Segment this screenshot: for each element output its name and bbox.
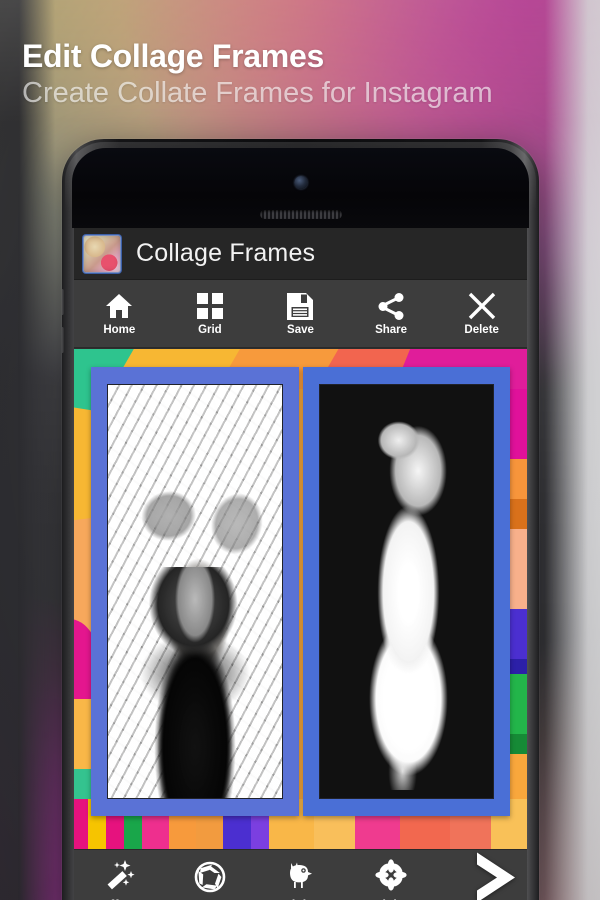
bottombar-button-change-color[interactable]: Change Color bbox=[165, 850, 256, 900]
promo-subheadline: Create Collate Frames for Instagram bbox=[22, 77, 493, 109]
bottom-toolbar: Effect Cha bbox=[74, 849, 527, 900]
app-collage-thumbnail-icon bbox=[84, 235, 120, 272]
toolbar-label-home: Home bbox=[103, 324, 136, 336]
toolbar-button-delete[interactable]: Delete bbox=[436, 280, 527, 347]
volume-up-button[interactable] bbox=[62, 289, 64, 315]
home-icon bbox=[105, 291, 133, 321]
bottombar-button-effect[interactable]: Effect bbox=[74, 850, 165, 900]
phone-mockup: Collage Frames Home Grid Save Share Dele… bbox=[62, 139, 539, 900]
toolbar-button-share[interactable]: Share bbox=[346, 280, 437, 347]
bird-sticker-icon bbox=[284, 857, 316, 893]
photo-frame-left[interactable] bbox=[91, 367, 299, 816]
promo-headline: Edit Collage Frames bbox=[22, 38, 324, 74]
photo-frame-right[interactable] bbox=[302, 367, 510, 816]
photo-left-detail-arm-right bbox=[197, 468, 282, 582]
toolbar-label-save: Save bbox=[287, 324, 314, 336]
toolbar-label-grid: Grid bbox=[198, 324, 222, 336]
collage-photo-grid bbox=[91, 367, 510, 816]
collage-composition[interactable] bbox=[74, 349, 527, 849]
phone-screen-top-bezel bbox=[72, 148, 529, 228]
bottombar-button-sticker-flower[interactable]: Sticker bbox=[346, 850, 437, 900]
app-screen: Collage Frames Home Grid Save Share Dele… bbox=[74, 228, 527, 900]
app-title: Collage Frames bbox=[136, 239, 316, 267]
earpiece-speaker bbox=[259, 210, 342, 219]
flower-sticker-icon bbox=[375, 857, 407, 893]
app-titlebar: Collage Frames bbox=[74, 228, 527, 280]
toolbar-button-home[interactable]: Home bbox=[74, 280, 165, 347]
bottombar-button-sticker-bird[interactable]: Sticker bbox=[255, 850, 346, 900]
floppy-disk-icon bbox=[287, 291, 314, 321]
magic-wand-icon bbox=[103, 857, 135, 893]
photo-left[interactable] bbox=[107, 384, 283, 799]
promo-text-block: Edit Collage Frames Create Collate Frame… bbox=[22, 38, 582, 110]
grid-icon bbox=[196, 291, 223, 321]
chevron-right-icon[interactable] bbox=[469, 848, 521, 900]
toolbar-button-save[interactable]: Save bbox=[255, 280, 346, 347]
photo-right-subject bbox=[357, 409, 455, 790]
toolbar-label-share: Share bbox=[375, 324, 408, 336]
photo-right[interactable] bbox=[318, 384, 494, 799]
photo-left-detail-arm-left bbox=[117, 469, 206, 566]
front-camera-icon bbox=[294, 176, 307, 189]
close-x-icon bbox=[468, 291, 496, 321]
collage-canvas[interactable] bbox=[74, 349, 527, 849]
top-toolbar: Home Grid Save Share Delete bbox=[74, 280, 527, 348]
photo-left-subject bbox=[108, 566, 282, 798]
toolbar-label-delete: Delete bbox=[464, 324, 499, 336]
share-icon bbox=[378, 291, 405, 321]
volume-down-button[interactable] bbox=[62, 327, 64, 353]
toolbar-button-grid[interactable]: Grid bbox=[165, 280, 256, 347]
aperture-icon bbox=[194, 859, 226, 895]
